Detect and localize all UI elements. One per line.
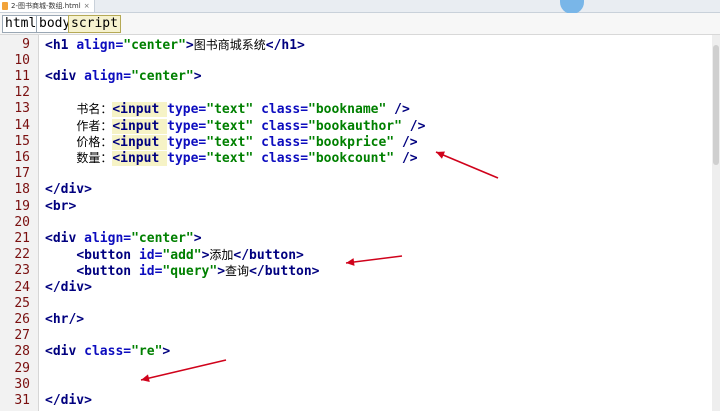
annotation-arrowhead: [141, 374, 150, 382]
annotation-layer: [140, 151, 499, 382]
annotation-arrow: [140, 359, 227, 381]
annotation-arrowhead: [346, 258, 355, 266]
annotation-arrow: [435, 151, 499, 179]
annotation-arrow: [345, 255, 403, 264]
